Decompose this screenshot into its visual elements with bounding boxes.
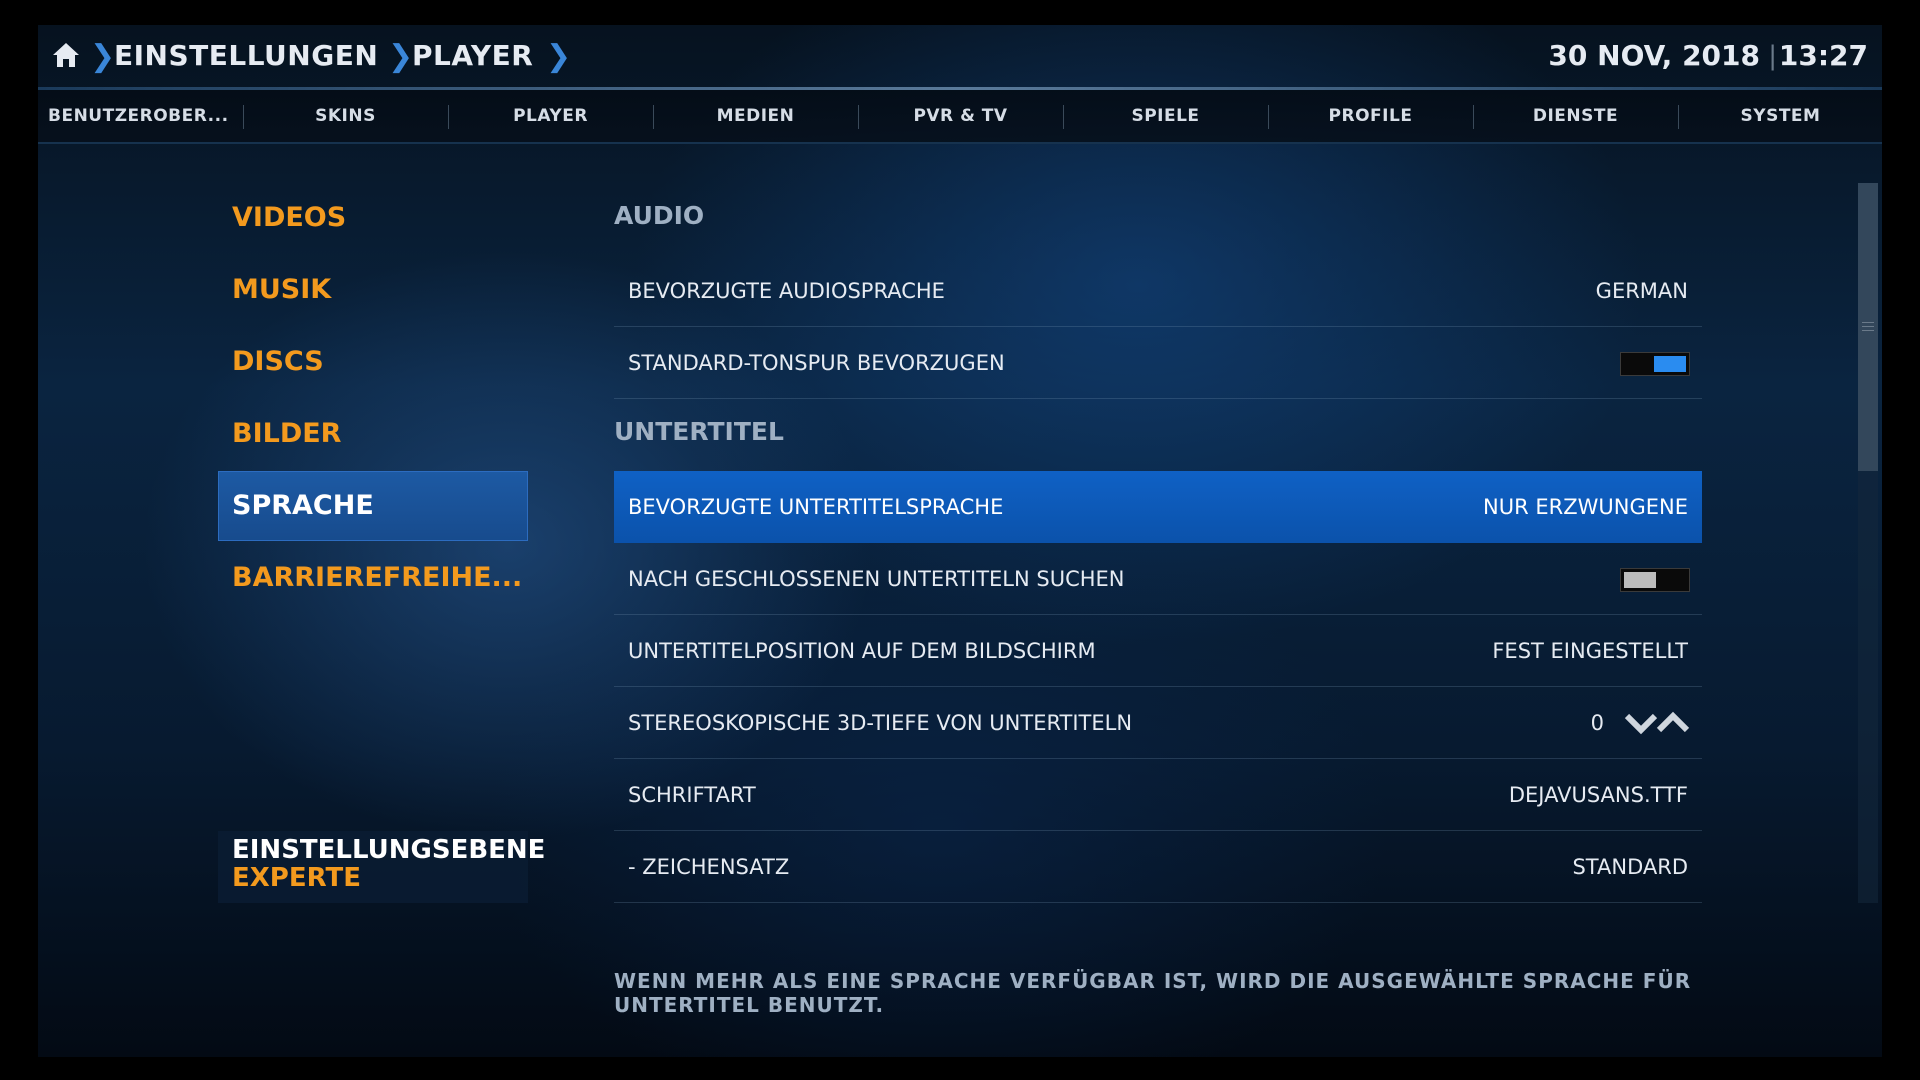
chevron-right-icon: ❯ (90, 39, 116, 74)
toggle-switch-on[interactable] (1620, 352, 1690, 376)
setting-stereo-depth[interactable]: STEREOSKOPISCHE 3D-TIEFE VON UNTERTITELN… (614, 687, 1702, 759)
category-tabs: BENUTZEROBER... SKINS PLAYER MEDIEN PVR … (38, 90, 1882, 143)
clock-display: 13:27 (1778, 39, 1868, 72)
menu-item-discs[interactable]: DISCS (218, 327, 528, 397)
date-display: 30 NOV, 2018 (1548, 39, 1760, 72)
section-header-audio: AUDIO (614, 201, 705, 230)
toggle-knob (1654, 356, 1686, 372)
toggle-switch-off[interactable] (1620, 568, 1690, 592)
tab-skins[interactable]: SKINS (243, 90, 448, 143)
tab-pvr-tv[interactable]: PVR & TV (858, 90, 1063, 143)
breadcrumb-player[interactable]: PLAYER (412, 39, 533, 72)
scrollbar-grip (1862, 326, 1874, 327)
setting-font[interactable]: SCHRIFTART DEJAVUSANS.TTF (614, 759, 1702, 831)
setting-label: BEVORZUGTE AUDIOSPRACHE (628, 279, 945, 303)
tab-services[interactable]: DIENSTE (1473, 90, 1678, 143)
row-divider (614, 902, 1702, 903)
setting-closed-captions[interactable]: NACH GESCHLOSSENEN UNTERTITELN SUCHEN (614, 543, 1702, 615)
setting-label: NACH GESCHLOSSENEN UNTERTITELN SUCHEN (628, 567, 1125, 591)
scrollbar-grip (1862, 330, 1874, 331)
menu-item-videos[interactable]: VIDEOS (218, 183, 528, 253)
chevron-up-icon[interactable] (1656, 711, 1690, 735)
setting-label: - ZEICHENSATZ (628, 855, 790, 879)
section-header-subtitles: UNTERTITEL (614, 417, 784, 446)
setting-value: GERMAN (1595, 279, 1688, 303)
settings-level-title: EINSTELLUNGSEBENE (232, 835, 546, 865)
menu-item-pictures[interactable]: BILDER (218, 399, 528, 469)
time-separator: | (1768, 41, 1777, 71)
setting-label: SCHRIFTART (628, 783, 756, 807)
menu-item-language[interactable]: SPRACHE (218, 471, 528, 541)
setting-default-track[interactable]: STANDARD-TONSPUR BEVORZUGEN (614, 327, 1702, 399)
tabs-divider (38, 142, 1882, 144)
tab-games[interactable]: SPIELE (1063, 90, 1268, 143)
setting-label: STEREOSKOPISCHE 3D-TIEFE VON UNTERTITELN (628, 711, 1133, 735)
breadcrumb-settings[interactable]: EINSTELLUNGEN (114, 39, 378, 72)
setting-subtitle-language[interactable]: BEVORZUGTE UNTERTITELSPRACHE NUR ERZWUNG… (614, 471, 1702, 543)
setting-charset[interactable]: - ZEICHENSATZ STANDARD (614, 831, 1702, 903)
row-divider (614, 398, 1702, 399)
tab-system[interactable]: SYSTEM (1678, 90, 1882, 143)
scrollbar-thumb[interactable] (1858, 183, 1878, 471)
chevron-down-icon[interactable] (1624, 711, 1658, 735)
setting-value: STANDARD (1572, 855, 1688, 879)
setting-value: NUR ERZWUNGENE (1483, 495, 1688, 519)
home-icon[interactable] (52, 41, 80, 69)
setting-value: FEST EINGESTELLT (1492, 639, 1688, 663)
setting-label: BEVORZUGTE UNTERTITELSPRACHE (628, 495, 1004, 519)
settings-level-value: EXPERTE (232, 863, 361, 893)
menu-item-accessibility[interactable]: BARRIEREFREIHE... (218, 543, 528, 613)
setting-label: UNTERTITELPOSITION AUF DEM BILDSCHIRM (628, 639, 1096, 663)
setting-subtitle-position[interactable]: UNTERTITELPOSITION AUF DEM BILDSCHIRM FE… (614, 615, 1702, 687)
chevron-right-icon: ❯ (388, 39, 414, 74)
settings-window: ❯ EINSTELLUNGEN ❯ PLAYER ❯ 30 NOV, 2018 … (38, 25, 1882, 1057)
setting-description: WENN MEHR ALS EINE SPRACHE VERFÜGBAR IST… (614, 969, 1692, 1017)
chevron-right-icon: ❯ (546, 39, 572, 74)
header-bar: ❯ EINSTELLUNGEN ❯ PLAYER ❯ 30 NOV, 2018 … (38, 25, 1882, 87)
tab-interface[interactable]: BENUTZEROBER... (38, 90, 243, 143)
menu-item-music[interactable]: MUSIK (218, 255, 528, 325)
tab-profiles[interactable]: PROFILE (1268, 90, 1473, 143)
scrollbar-grip (1862, 322, 1874, 323)
toggle-knob (1624, 572, 1656, 588)
setting-value: DEJAVUSANS.TTF (1508, 783, 1688, 807)
tab-media[interactable]: MEDIEN (653, 90, 858, 143)
tab-player[interactable]: PLAYER (448, 90, 653, 143)
setting-audio-language[interactable]: BEVORZUGTE AUDIOSPRACHE GERMAN (614, 255, 1702, 327)
spinner-value: 0 (1590, 711, 1604, 735)
setting-label: STANDARD-TONSPUR BEVORZUGEN (628, 351, 1005, 375)
